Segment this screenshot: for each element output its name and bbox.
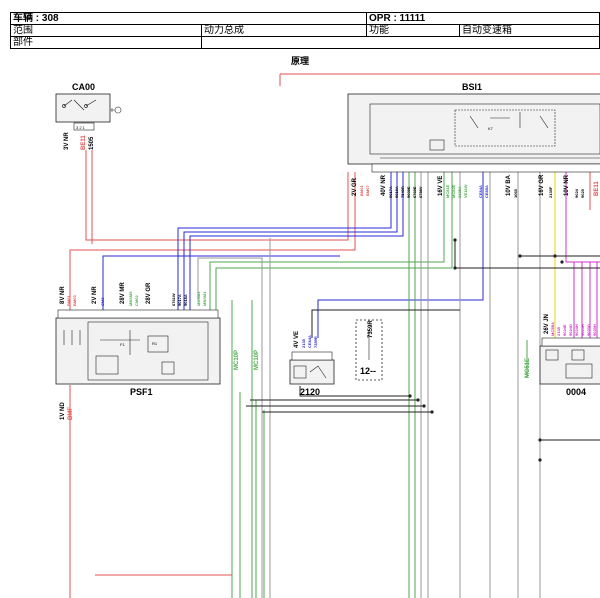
c2120-label: 2120 [300, 387, 320, 397]
wire-red-bsi-psf [69, 172, 356, 330]
svg-text:10V NR: 10V NR [564, 174, 570, 196]
svg-text:BMF: BMF [68, 407, 74, 420]
wire-code-label: 1065 [513, 188, 518, 198]
wire-red-bottom [95, 574, 233, 598]
svg-text:2V NR: 2V NR [92, 286, 98, 304]
wire-code-label: BM03 [72, 295, 77, 306]
wire-code-label: 9017A [388, 186, 393, 198]
wire-code-label: CE84A [478, 185, 483, 198]
psf1-label: PSF1 [130, 387, 153, 397]
wire-code-label: MBSM5 [128, 291, 133, 306]
c2120-component: 2120 4V VE [289, 331, 335, 397]
wire-code-label: 2135 [556, 326, 561, 336]
svg-text:BE11: BE11 [594, 181, 600, 196]
wire-red-top [279, 73, 600, 86]
wire-code-label: CM02 [134, 295, 139, 306]
wire-code-label: MBSM1 [202, 291, 207, 306]
psf1-component: F1 R1 PSF1 [55, 309, 221, 397]
c0004-label: 0004 [566, 387, 586, 397]
wiring-diagram: CA00 3 2 1 3V NR BE11 1505 BSI1 K7 2V GR… [55, 73, 600, 598]
svg-text:16V GR: 16V GR [539, 174, 545, 196]
wire-code-label: 9018A [394, 186, 399, 198]
wire-code-label: 6788V [418, 186, 423, 198]
bsi1-component: BSI1 K7 [347, 82, 600, 173]
svg-text:7359R: 7359R [368, 320, 374, 338]
wire-code-label: 9025G [586, 324, 591, 336]
svg-text:K7: K7 [488, 126, 494, 131]
svg-text:4V VE: 4V VE [294, 331, 300, 348]
wire-code-label: CM3 [100, 297, 105, 306]
svg-text:F1: F1 [120, 342, 125, 347]
svg-text:28V GR: 28V GR [146, 282, 152, 304]
wire-code-label: BM07 [365, 185, 370, 196]
wire-code-label: 9018A [183, 294, 188, 306]
wire-blue-3 [189, 172, 404, 310]
ca00-label: CA00 [72, 82, 95, 92]
wire-code-label: BM01 [359, 185, 364, 196]
wire-code-label: 9025H [580, 324, 585, 336]
wire-code-label: 7359R [313, 336, 318, 348]
svg-text:1505: 1505 [89, 136, 95, 150]
ca00-connector: 3V NR [64, 132, 70, 150]
wire-code-label: CE84A [307, 335, 312, 348]
bsi1-label: BSI1 [462, 82, 482, 92]
wire-code-label: 6769E [412, 186, 417, 198]
svg-text:R1: R1 [152, 341, 158, 346]
wire-red-ca00-bsi [85, 150, 349, 241]
ca00-component: CA00 3 2 1 3V NR BE11 1505 [55, 82, 122, 150]
wire-code-label: 2135 [301, 338, 306, 348]
wire-code-label: 9024H [574, 324, 579, 336]
svg-text:MC51E: MC51E [525, 358, 531, 378]
connector-12: 7359R 12-- [355, 319, 383, 381]
wire-code-label: CE85A [484, 185, 489, 198]
wire-code-label: 9024 [574, 188, 579, 198]
svg-text:3 2 1: 3 2 1 [76, 125, 86, 130]
wire-code-label: 6761W [171, 293, 176, 306]
wire-code-label: BM01 [66, 295, 71, 306]
wire-code-label: MC82E [451, 184, 456, 198]
wire-code-label: 9009E [406, 186, 411, 198]
svg-text:10V BA: 10V BA [506, 174, 512, 196]
svg-text:16V VE: 16V VE [438, 176, 444, 196]
wire-code-label: 9024G [568, 324, 573, 336]
wire-code-label: MBSM2 [196, 291, 201, 306]
wire-code-label: MC5B4 [550, 322, 555, 336]
wire-code-label: 9025H [592, 324, 597, 336]
wire-code-label: 2135A [457, 186, 462, 198]
wire-code-label: 2135F [548, 186, 553, 198]
wire-code-label: MC81E [445, 184, 450, 198]
wire-code-label: 9017A [177, 294, 182, 306]
svg-text:28V MR: 28V MR [120, 282, 126, 304]
wire-code-label: VE16W [463, 184, 468, 198]
svg-text:MC10P: MC10P [254, 350, 260, 370]
wire-code-label: 9024E [562, 324, 567, 336]
wire-code-label: 7549R [400, 186, 405, 198]
wire-black-1 [311, 309, 460, 338]
svg-text:BE11: BE11 [81, 135, 87, 150]
svg-text:1V ND: 1V ND [60, 402, 66, 420]
wire-code-label: 9025 [580, 188, 585, 198]
ca00-key-icon [110, 106, 122, 114]
svg-text:2V GR: 2V GR [352, 177, 358, 196]
svg-text:MC10P: MC10P [234, 350, 240, 370]
wire-black-6 [454, 240, 600, 269]
connector-12-label: 12-- [360, 366, 376, 376]
svg-text:40V NR: 40V NR [381, 174, 387, 196]
